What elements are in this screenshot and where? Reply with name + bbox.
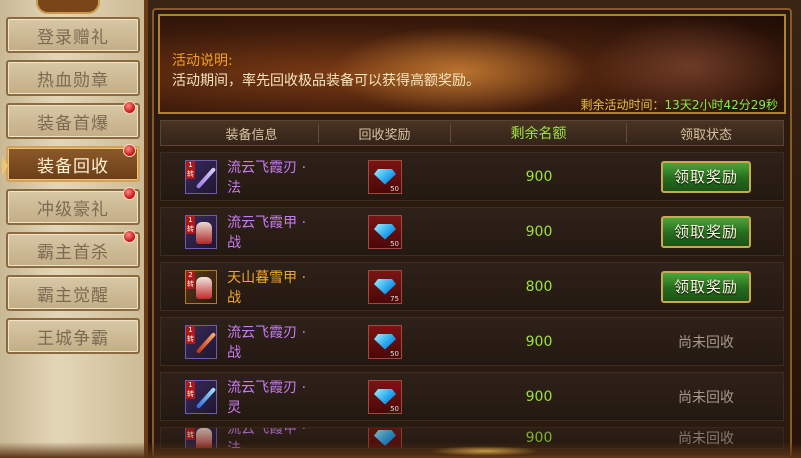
activity-timer: 剩余活动时间：13天2小时42分29秒 [580, 96, 778, 112]
remaining-count: 900 [525, 168, 553, 185]
reward-qty: 50 [390, 349, 399, 358]
table-row: 2转 天山暮雪甲 · 战 75 800 领取奖励 [160, 262, 784, 311]
status-not-recycled: 尚未回收 [678, 334, 734, 351]
armor-icon[interactable]: 1转 [185, 214, 218, 249]
notification-badge [123, 101, 136, 114]
notification-badge [123, 144, 136, 157]
claim-reward-button[interactable]: 领取奖励 [661, 215, 751, 248]
armor-icon[interactable]: 2转 [185, 269, 218, 304]
timer-value: 13天2小时42分29秒 [664, 98, 778, 112]
equipment-name: 流云飞霞刃 · 灵 [227, 379, 307, 416]
level-tag: 1转 [186, 325, 195, 344]
staff-icon[interactable]: 1转 [185, 159, 218, 194]
sword-icon[interactable]: 1转 [185, 379, 218, 414]
sidebar-item-medal[interactable]: 热血勋章 [6, 60, 140, 96]
sidebar-item-castle-war[interactable]: 王城争霸 [6, 318, 140, 354]
bottom-ornament [430, 446, 540, 456]
claim-reward-button[interactable]: 领取奖励 [661, 160, 751, 193]
timer-label: 剩余活动时间： [580, 98, 665, 112]
header-reward: 回收奖励 [319, 123, 451, 143]
sidebar-item-level-gift[interactable]: 冲级豪礼 [6, 187, 140, 225]
level-tag: 1转 [186, 215, 195, 234]
activity-nav: 登录赠礼 热血勋章 装备首爆 装备回收 冲级豪礼 霸主首杀 霸主觉醒 王城争霸 [2, 17, 140, 361]
diamond-icon[interactable]: 50 [368, 159, 402, 194]
sidebar-item-label: 霸主觉醒 [37, 285, 109, 306]
level-tag: 1转 [186, 380, 195, 399]
sidebar-item-label: 登录赠礼 [37, 27, 109, 48]
header-remaining: 剩余名额 [451, 123, 627, 143]
sidebar-item-label: 装备回收 [37, 156, 109, 177]
level-tag: 1转 [186, 428, 195, 440]
equipment-name: 流云飞霞刃 · 法 [227, 159, 307, 196]
level-tag: 1转 [186, 160, 195, 179]
reward-qty: 50 [390, 404, 399, 413]
reward-qty: 50 [390, 239, 399, 248]
diamond-icon[interactable]: 50 [368, 324, 402, 359]
equipment-name: 天山暮雪甲 · 战 [227, 269, 307, 306]
sidebar-item-label: 王城争霸 [37, 328, 109, 349]
sidebar-item-equipment-recycle[interactable]: 装备回收 [2, 144, 140, 182]
level-tag: 2转 [186, 270, 195, 289]
claim-reward-button[interactable]: 领取奖励 [661, 270, 751, 303]
table-row: 1转 流云飞霞刃 · 法 50 900 领取奖励 [160, 152, 784, 201]
reward-qty: 75 [390, 294, 399, 303]
sidebar-item-label: 冲级豪礼 [37, 199, 109, 220]
equipment-name: 流云飞霞刃 · 战 [227, 324, 307, 361]
sidebar-item-label: 装备首爆 [37, 113, 109, 134]
activity-sidebar: 登录赠礼 热血勋章 装备首爆 装备回收 冲级豪礼 霸主首杀 霸主觉醒 王城争霸 [0, 0, 148, 458]
sidebar-item-login-gift[interactable]: 登录赠礼 [6, 17, 140, 53]
table-row: 1转 流云飞霞刃 · 战 50 900 尚未回收 [160, 317, 784, 366]
header-status: 领取状态 [679, 127, 732, 143]
sidebar-item-label: 热血勋章 [37, 70, 109, 91]
recycle-table: 装备信息 回收奖励 剩余名额 领取状态 1转 流云飞霞刃 · 法 50 900 领… [160, 120, 784, 449]
table-header: 装备信息 回收奖励 剩余名额 领取状态 [160, 120, 784, 146]
diamond-icon[interactable]: 75 [368, 269, 402, 304]
sword-icon[interactable]: 1转 [185, 324, 218, 359]
banner-title: 活动说明: [172, 53, 233, 69]
notification-badge [123, 187, 136, 200]
notification-badge [123, 230, 136, 243]
remaining-count: 800 [525, 278, 553, 295]
remaining-count: 900 [525, 223, 553, 240]
diamond-icon[interactable]: 50 [368, 214, 402, 249]
activity-banner: 活动说明: 活动期间，率先回收极品装备可以获得高额奖励。 剩余活动时间：13天2… [158, 14, 786, 114]
sidebar-item-boss-awaken[interactable]: 霸主觉醒 [6, 275, 140, 311]
table-row: 1转 流云飞霞刃 · 灵 50 900 尚未回收 [160, 372, 784, 421]
remaining-count: 900 [525, 333, 553, 350]
remaining-count: 900 [525, 388, 553, 405]
sidebar-item-boss-first-kill[interactable]: 霸主首杀 [6, 230, 140, 268]
status-not-recycled: 尚未回收 [678, 389, 734, 406]
diamond-icon[interactable]: 50 [368, 379, 402, 414]
bottom-border [0, 442, 801, 458]
equipment-name: 流云飞霞甲 · 战 [227, 214, 307, 251]
table-row: 1转 流云飞霞甲 · 战 50 900 领取奖励 [160, 207, 784, 256]
recycle-panel: 活动说明: 活动期间，率先回收极品装备可以获得高额奖励。 剩余活动时间：13天2… [152, 8, 792, 458]
reward-qty: 50 [390, 184, 399, 193]
sidebar-item-first-drop[interactable]: 装备首爆 [6, 101, 140, 139]
sidebar-ornament [36, 0, 100, 14]
banner-description: 活动期间，率先回收极品装备可以获得高额奖励。 [172, 73, 480, 89]
header-equipment: 装备信息 [161, 123, 319, 143]
sidebar-item-label: 霸主首杀 [37, 242, 109, 263]
